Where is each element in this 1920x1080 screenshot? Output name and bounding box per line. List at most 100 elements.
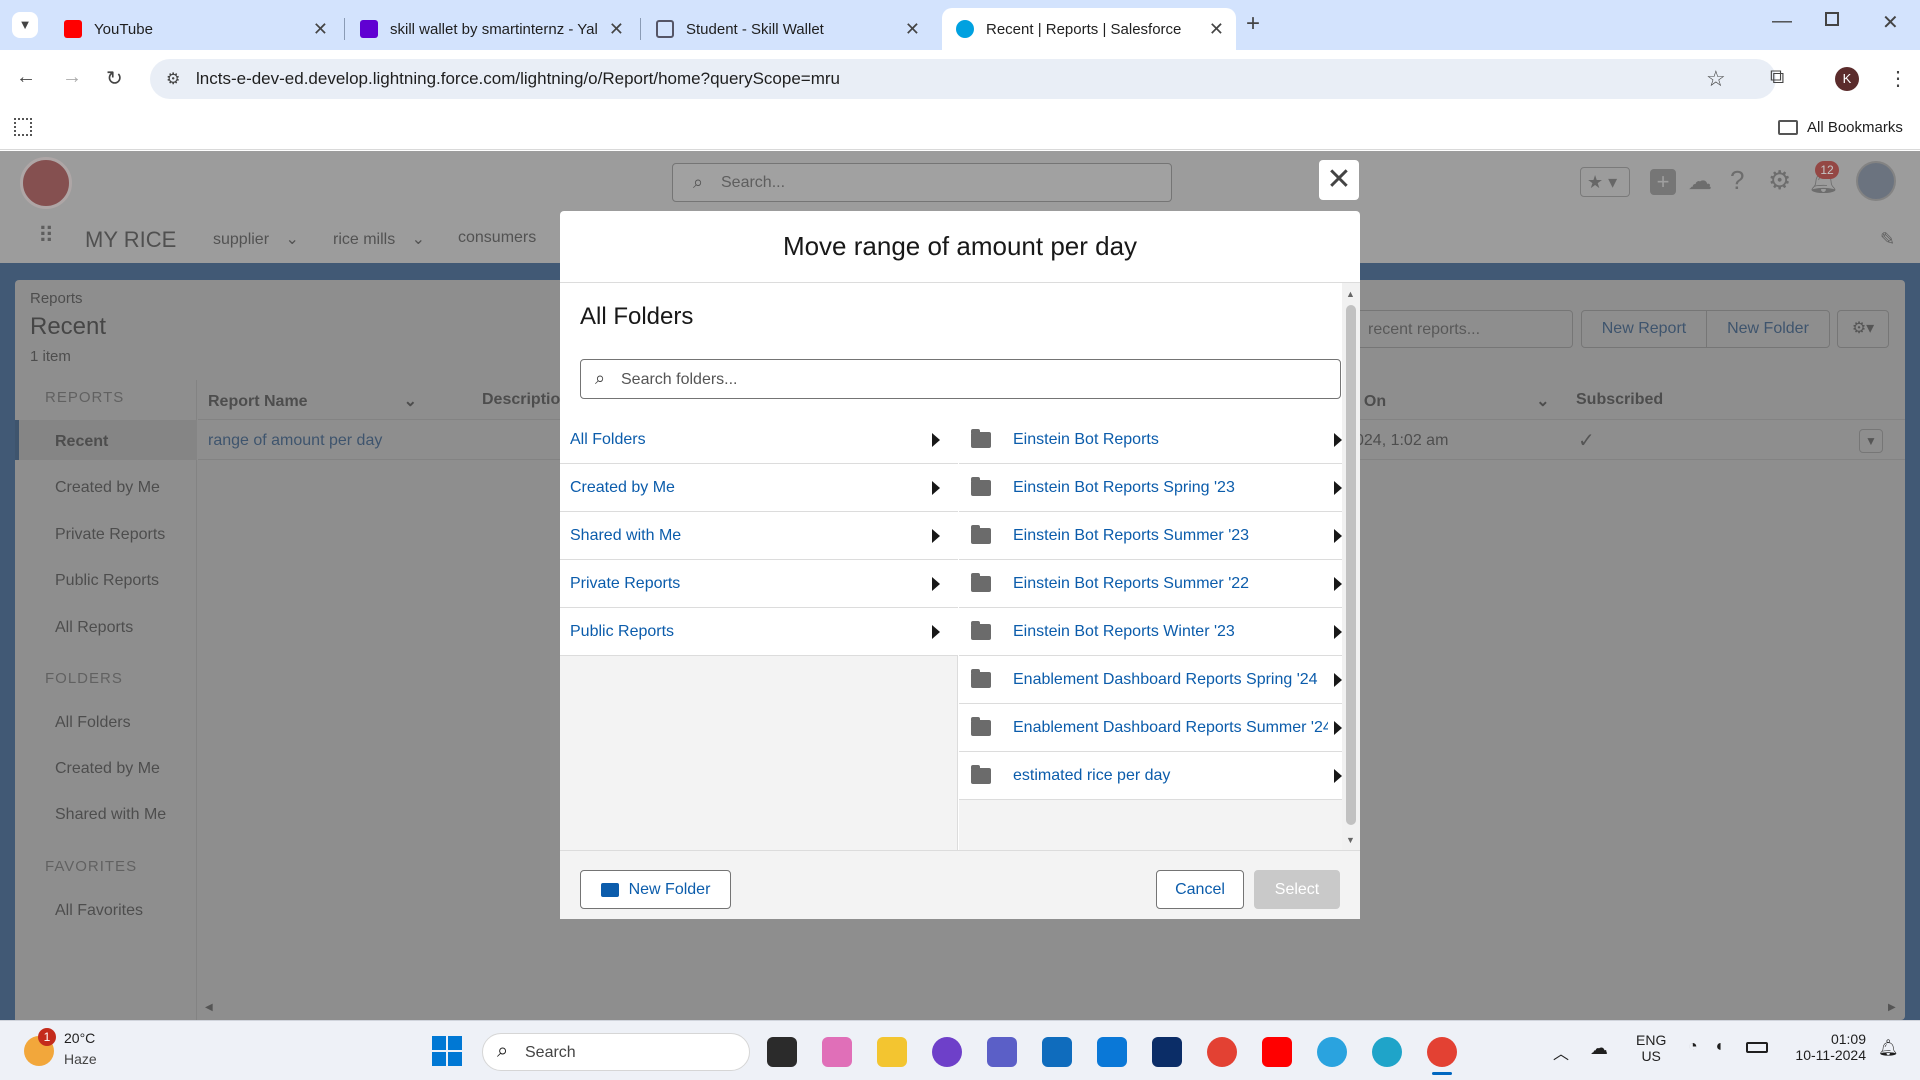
search-folders-placeholder: Search folders... (621, 371, 738, 388)
tab-title: skill wallet by smartinternz - Yal (390, 20, 598, 38)
folder-item[interactable]: Einstein Bot Reports Summer '23 (959, 512, 1342, 560)
new-folder-button[interactable]: New Folder (580, 870, 731, 909)
task-view-icon[interactable] (767, 1037, 797, 1067)
tab-separator (640, 18, 641, 40)
tab-search-chevron-icon[interactable]: ▼ (12, 12, 38, 38)
start-tile (448, 1036, 462, 1050)
folder-item[interactable]: Einstein Bot Reports (959, 416, 1342, 464)
select-button[interactable]: Select (1254, 870, 1340, 909)
back-icon[interactable]: ← (16, 66, 36, 89)
volume-icon[interactable]: ◖ (1714, 1038, 1724, 1056)
folder-category-item[interactable]: Created by Me (560, 464, 958, 512)
folder-category-label: Private Reports (570, 574, 681, 592)
folder-category-label: All Folders (570, 430, 646, 448)
folder-label: Einstein Bot Reports Summer '22 (1013, 574, 1250, 592)
folder-category-item[interactable]: Shared with Me (560, 512, 958, 560)
folder-category-item[interactable]: Private Reports (560, 560, 958, 608)
chrome-icon[interactable] (1207, 1037, 1237, 1067)
notification-center-icon[interactable]: 🔔︎ (1878, 1038, 1898, 1058)
modal-footer: New Folder Cancel Select (560, 850, 1360, 919)
folder-icon (600, 882, 619, 897)
folder-item[interactable]: Enablement Dashboard Reports Spring '24 (959, 656, 1342, 704)
scrollbar-thumb[interactable] (1346, 305, 1356, 825)
move-report-modal: Move range of amount per day All Folders… (560, 211, 1360, 919)
tab-skill-wallet[interactable]: Student - Skill Wallet ✕ (642, 8, 932, 50)
site-info-icon[interactable]: ⚙ (166, 69, 180, 89)
extensions-icon[interactable]: ⧉ (1770, 66, 1784, 89)
new-tab-icon[interactable]: + (1246, 10, 1260, 38)
folder-item[interactable]: Einstein Bot Reports Spring '23 (959, 464, 1342, 512)
folder-icon (971, 764, 991, 784)
language-code: ENG (1636, 1032, 1667, 1048)
close-tab-icon[interactable]: ✕ (313, 19, 328, 40)
scroll-up-arrow-icon[interactable]: ▲ (1346, 289, 1355, 299)
weather-desc: Haze (64, 1051, 97, 1067)
teams-icon[interactable] (987, 1037, 1017, 1067)
telegram-icon[interactable] (1317, 1037, 1347, 1067)
tab-salesforce-reports[interactable]: Recent | Reports | Salesforce ✕ (942, 8, 1236, 50)
taskbar-search[interactable]: ⌕ Search (482, 1033, 750, 1071)
wifi-icon[interactable]: ◔ (1688, 1038, 1698, 1056)
salesforce-icon (956, 20, 974, 38)
close-tab-icon[interactable]: ✕ (1209, 19, 1224, 40)
caret-right-icon (1334, 624, 1342, 639)
folder-item[interactable]: Einstein Bot Reports Winter '23 (959, 608, 1342, 656)
restore-icon[interactable] (1825, 12, 1839, 26)
close-tab-icon[interactable]: ✕ (905, 19, 920, 40)
scroll-down-arrow-icon[interactable]: ▼ (1346, 835, 1355, 845)
clock-time: 01:09 (1830, 1031, 1866, 1047)
folder-category-item[interactable]: Public Reports (560, 608, 958, 656)
tab-youtube[interactable]: YouTube ✕ (50, 8, 340, 50)
windows-start-icon[interactable] (432, 1036, 462, 1066)
file-explorer-icon[interactable] (877, 1037, 907, 1067)
modal-body: All Folders ⌕ Search folders... All Fold… (560, 283, 1360, 850)
folder-icon (971, 620, 991, 640)
folder-item[interactable]: estimated rice per day (959, 752, 1342, 800)
chrome-profile-icon[interactable] (1427, 1037, 1457, 1067)
reload-icon[interactable]: ↻ (106, 66, 123, 91)
folder-category-item[interactable]: All Folders (560, 416, 958, 464)
folder-label: estimated rice per day (1013, 766, 1171, 784)
linkedin-learning-icon[interactable] (1152, 1037, 1182, 1067)
caret-right-icon (1334, 480, 1342, 495)
apps-grid-icon[interactable] (14, 118, 32, 136)
github-icon[interactable] (932, 1037, 962, 1067)
close-tab-icon[interactable]: ✕ (609, 19, 624, 40)
youtube-icon[interactable] (1262, 1037, 1292, 1067)
tab-yahoo[interactable]: skill wallet by smartinternz - Yal ✕ (346, 8, 636, 50)
battery-icon[interactable] (1746, 1042, 1768, 1053)
page-scroll-right-icon[interactable]: ▶ (1888, 1002, 1896, 1013)
caret-right-icon (1334, 432, 1342, 447)
folder-item[interactable]: Enablement Dashboard Reports Summer '24 (959, 704, 1342, 752)
bookmark-star-icon[interactable]: ☆ (1706, 66, 1726, 92)
all-bookmarks-link[interactable]: All Bookmarks (1807, 119, 1903, 136)
app-icon[interactable] (1097, 1037, 1127, 1067)
start-tile (432, 1036, 446, 1050)
caret-right-icon (932, 480, 940, 495)
browser-menu-icon[interactable]: ⋮ (1888, 66, 1908, 91)
modal-close-button[interactable]: ✕ (1319, 160, 1359, 200)
forward-icon[interactable]: → (62, 66, 82, 89)
scrollbar[interactable]: ▲ ▼ (1342, 283, 1360, 850)
new-folder-label: New Folder (628, 880, 711, 898)
page-scroll-left-icon[interactable]: ◀ (205, 1002, 213, 1013)
cancel-button[interactable]: Cancel (1156, 870, 1244, 909)
microsoft-store-icon[interactable] (1042, 1037, 1072, 1067)
region-code: US (1641, 1048, 1661, 1064)
clock[interactable]: 01:09 10-11-2024 (1786, 1031, 1866, 1063)
search-folders-input[interactable]: ⌕ Search folders... (580, 359, 1341, 399)
modal-title: Move range of amount per day (782, 231, 1138, 261)
address-bar[interactable]: ⚙ lncts-e-dev-ed.develop.lightning.force… (150, 59, 1776, 99)
language-indicator[interactable]: ENG US (1636, 1032, 1666, 1064)
edge-icon[interactable] (1372, 1037, 1402, 1067)
copilot-icon[interactable] (822, 1037, 852, 1067)
weather-temp[interactable]: 20°C (64, 1030, 95, 1046)
folder-label: Einstein Bot Reports Summer '23 (1013, 526, 1250, 544)
minimize-icon[interactable]: — (1772, 10, 1792, 33)
close-window-icon[interactable]: ✕ (1882, 10, 1899, 35)
folder-icon (1778, 120, 1798, 135)
folder-item[interactable]: Einstein Bot Reports Summer '22 (959, 560, 1342, 608)
show-hidden-icons-icon[interactable]: ︿ (1553, 1040, 1569, 1064)
profile-avatar[interactable]: K (1835, 67, 1859, 91)
onedrive-icon[interactable]: ☁ (1590, 1038, 1608, 1059)
